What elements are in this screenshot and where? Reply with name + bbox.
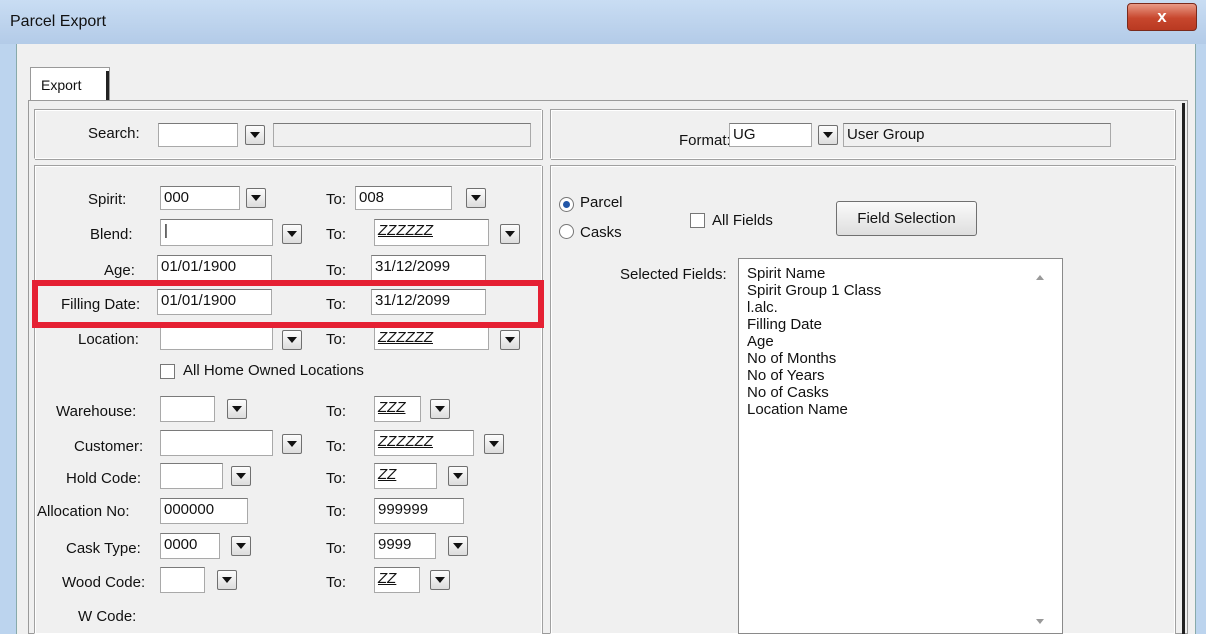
age-to-label: To:	[326, 262, 347, 279]
tab-export[interactable]: Export	[30, 67, 110, 101]
allocation-no-from-input[interactable]: 000000	[160, 498, 248, 524]
location-from-input[interactable]	[160, 326, 273, 350]
cask-type-from-input[interactable]: 0000	[160, 533, 220, 559]
location-label: Location:	[78, 331, 139, 348]
format-description-field: User Group	[843, 123, 1111, 147]
hold-code-from-input[interactable]	[160, 463, 223, 489]
scroll-down-arrow-icon[interactable]	[1036, 619, 1044, 624]
title-bar	[0, 0, 1206, 44]
all-home-owned-checkbox[interactable]	[160, 364, 175, 379]
search-dropdown-button[interactable]	[245, 125, 265, 145]
allocation-no-to-label: To:	[326, 503, 347, 520]
casks-radio[interactable]	[559, 224, 574, 239]
list-item[interactable]: Spirit Name	[739, 265, 1062, 282]
hold-code-to-input[interactable]: ZZ	[374, 463, 437, 489]
parcel-radio[interactable]	[559, 197, 574, 212]
casks-radio-label: Casks	[580, 224, 622, 241]
selected-fields-list[interactable]: Spirit Name Spirit Group 1 Class l.alc. …	[738, 258, 1063, 634]
blend-from-dropdown[interactable]	[282, 224, 302, 244]
list-item[interactable]: l.alc.	[739, 299, 1062, 316]
format-code-input[interactable]: UG	[729, 123, 812, 147]
customer-to-input[interactable]: ZZZZZZ	[374, 430, 474, 456]
age-label: Age:	[104, 262, 135, 279]
cask-type-label: Cask Type:	[66, 540, 141, 557]
hold-code-label: Hold Code:	[66, 470, 142, 487]
spirit-to-dropdown[interactable]	[466, 188, 486, 208]
wood-code-from-input[interactable]	[160, 567, 205, 593]
wood-code-to-input[interactable]: ZZ	[374, 567, 420, 593]
cask-type-to-dropdown[interactable]	[448, 536, 468, 556]
allocation-no-label: Allocation No:	[37, 503, 130, 520]
list-item[interactable]: Location Name	[739, 401, 1062, 418]
cask-type-to-label: To:	[326, 540, 347, 557]
parcel-radio-label: Parcel	[580, 194, 623, 211]
spirit-to-input[interactable]: 008	[355, 186, 452, 210]
search-label: Search:	[88, 125, 140, 142]
hold-code-from-dropdown[interactable]	[231, 466, 251, 486]
location-from-dropdown[interactable]	[282, 330, 302, 350]
panel-edge	[1182, 103, 1185, 634]
format-dropdown-button[interactable]	[818, 125, 838, 145]
warehouse-from-input[interactable]	[160, 396, 215, 422]
blend-to-input[interactable]: ZZZZZZ	[374, 219, 489, 246]
spirit-label: Spirit:	[88, 191, 127, 208]
spirit-to-label: To:	[326, 191, 347, 208]
location-to-dropdown[interactable]	[500, 330, 520, 350]
location-to-input[interactable]: ZZZZZZ	[374, 326, 489, 350]
allocation-no-to-input[interactable]: 999999	[374, 498, 464, 524]
list-item[interactable]: No of Months	[739, 350, 1062, 367]
location-to-label: To:	[326, 331, 347, 348]
blend-to-dropdown[interactable]	[500, 224, 520, 244]
wood-code-label: Wood Code:	[62, 574, 146, 591]
selected-fields-label: Selected Fields:	[620, 266, 727, 283]
blend-from-input[interactable]: |	[160, 219, 273, 246]
all-home-owned-label: All Home Owned Locations	[183, 362, 364, 379]
blend-to-label: To:	[326, 226, 347, 243]
age-from-input[interactable]: 01/01/1900	[157, 255, 272, 281]
customer-from-input[interactable]	[160, 430, 273, 456]
customer-label: Customer:	[74, 438, 144, 455]
customer-to-dropdown[interactable]	[484, 434, 504, 454]
all-fields-label: All Fields	[712, 212, 773, 229]
spirit-from-input[interactable]: 000	[160, 186, 240, 210]
field-selection-button[interactable]: Field Selection	[836, 201, 977, 236]
warehouse-to-input[interactable]: ZZZ	[374, 396, 421, 422]
scroll-up-arrow-icon[interactable]	[1036, 275, 1044, 280]
customer-to-label: To:	[326, 438, 347, 455]
list-item[interactable]: Age	[739, 333, 1062, 350]
blend-label: Blend:	[90, 226, 133, 243]
list-item[interactable]: No of Casks	[739, 384, 1062, 401]
cask-type-from-dropdown[interactable]	[231, 536, 251, 556]
wood-code-to-label: To:	[326, 574, 347, 591]
spirit-from-dropdown[interactable]	[246, 188, 266, 208]
search-description-field	[273, 123, 531, 147]
hold-code-to-label: To:	[326, 470, 347, 487]
list-item[interactable]: Spirit Group 1 Class	[739, 282, 1062, 299]
w-code-label: W Code:	[78, 608, 137, 625]
warehouse-to-label: To:	[326, 403, 347, 420]
wood-code-from-dropdown[interactable]	[217, 570, 237, 590]
close-button[interactable]: x	[1127, 3, 1197, 31]
list-item[interactable]: No of Years	[739, 367, 1062, 384]
warehouse-label: Warehouse:	[56, 403, 137, 420]
list-item[interactable]: Filling Date	[739, 316, 1062, 333]
format-label: Format:	[679, 132, 731, 149]
customer-from-dropdown[interactable]	[282, 434, 302, 454]
age-to-input[interactable]: 31/12/2099	[371, 255, 486, 281]
hold-code-to-dropdown[interactable]	[448, 466, 468, 486]
highlight-box	[32, 280, 544, 328]
search-input[interactable]	[158, 123, 238, 147]
all-fields-checkbox[interactable]	[690, 213, 705, 228]
wood-code-to-dropdown[interactable]	[430, 570, 450, 590]
window-title: Parcel Export	[10, 13, 107, 30]
cask-type-to-input[interactable]: 9999	[374, 533, 436, 559]
tab-divider	[106, 71, 109, 101]
warehouse-to-dropdown[interactable]	[430, 399, 450, 419]
warehouse-from-dropdown[interactable]	[227, 399, 247, 419]
